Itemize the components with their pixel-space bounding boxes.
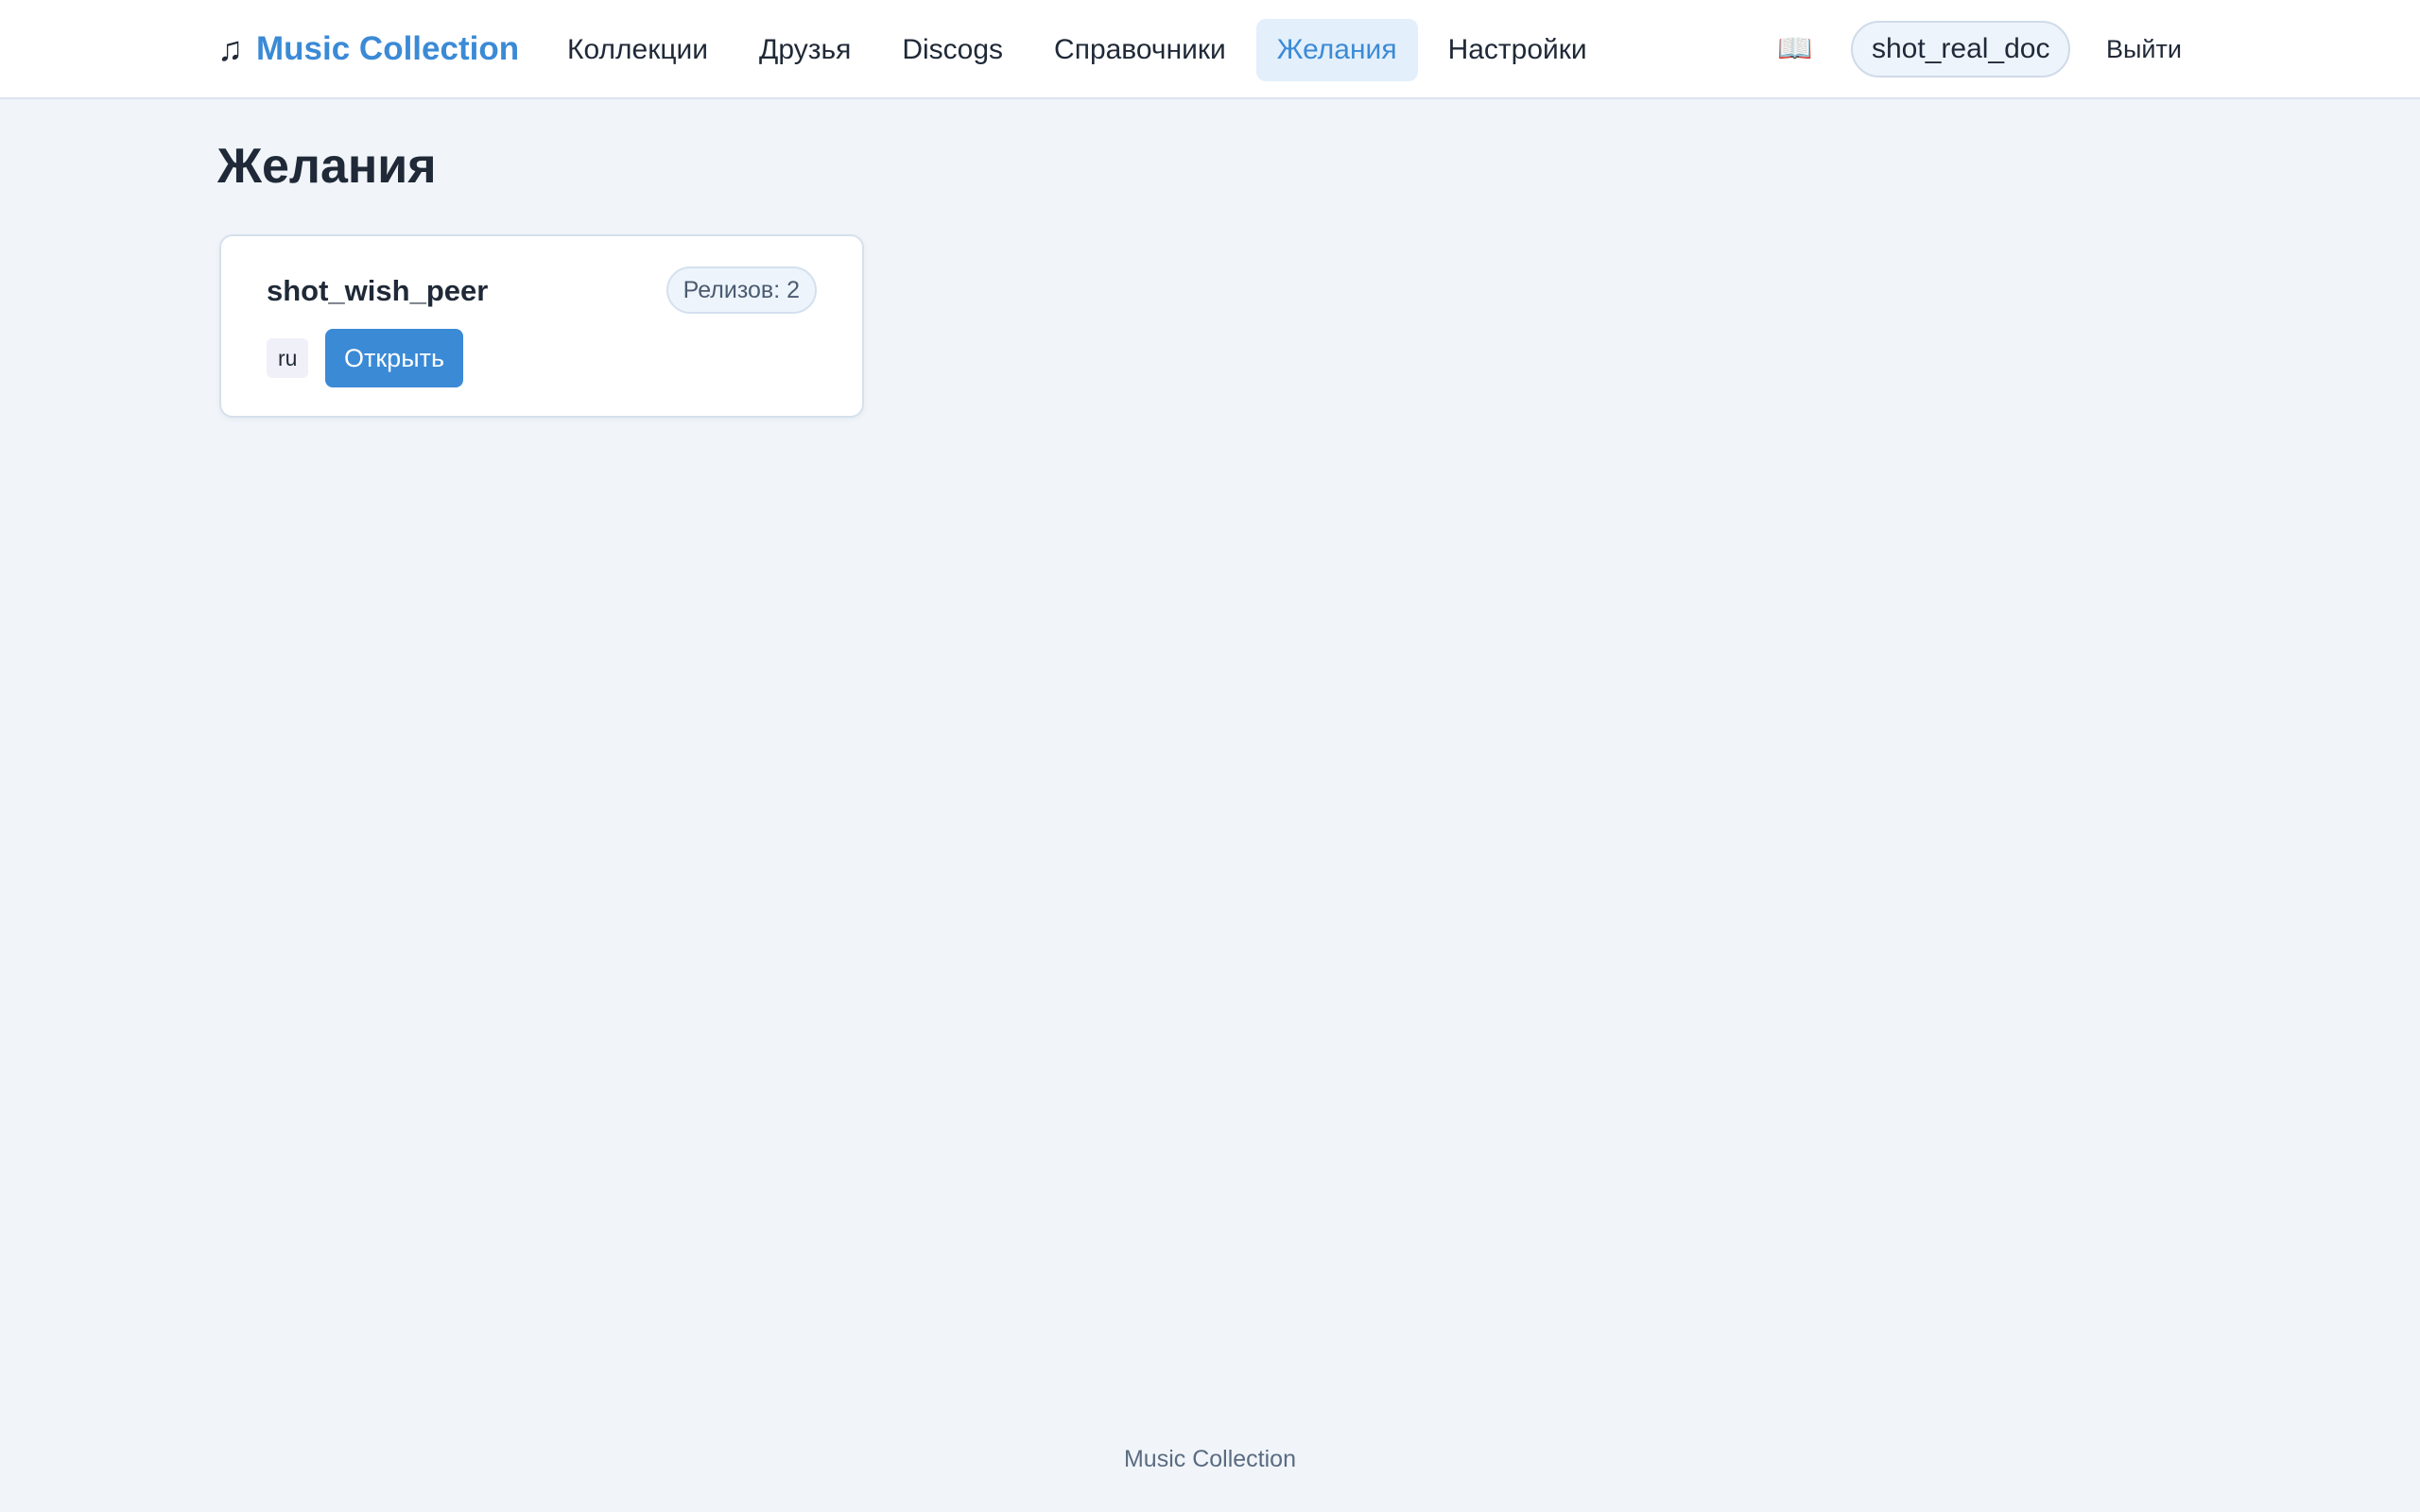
- wish-card: shot_wish_peer Релизов: 2 ru Открыть: [219, 234, 864, 418]
- nav-item-collections[interactable]: Коллекции: [546, 19, 729, 81]
- music-note-icon: ♫: [217, 29, 243, 68]
- wish-card-name: shot_wish_peer: [267, 274, 489, 307]
- footer-text: Music Collection: [1123, 1446, 1296, 1472]
- nav-item-discogs[interactable]: Discogs: [881, 19, 1024, 81]
- open-button[interactable]: Открыть: [325, 329, 464, 387]
- book-icon[interactable]: 📖: [1777, 28, 1812, 70]
- top-navbar: ♫ Music Collection Коллекции Друзья Disc…: [0, 0, 2420, 99]
- nav-item-settings[interactable]: Настройки: [1427, 19, 1608, 81]
- user-profile-pill[interactable]: shot_real_doc: [1851, 21, 2071, 77]
- brand-title: Music Collection: [256, 30, 520, 67]
- logout-link[interactable]: Выйти: [2106, 28, 2182, 70]
- nav-item-friends[interactable]: Друзья: [738, 19, 872, 81]
- nav-item-references[interactable]: Справочники: [1033, 19, 1247, 81]
- page-title: Желания: [217, 139, 437, 194]
- main-nav: Коллекции Друзья Discogs Справочники Жел…: [546, 19, 1617, 81]
- nav-item-wishes[interactable]: Желания: [1255, 19, 1418, 81]
- brand-logo-link[interactable]: ♫ Music Collection: [217, 25, 519, 74]
- language-tag: ru: [267, 338, 309, 378]
- releases-count-badge: Релизов: 2: [666, 266, 817, 314]
